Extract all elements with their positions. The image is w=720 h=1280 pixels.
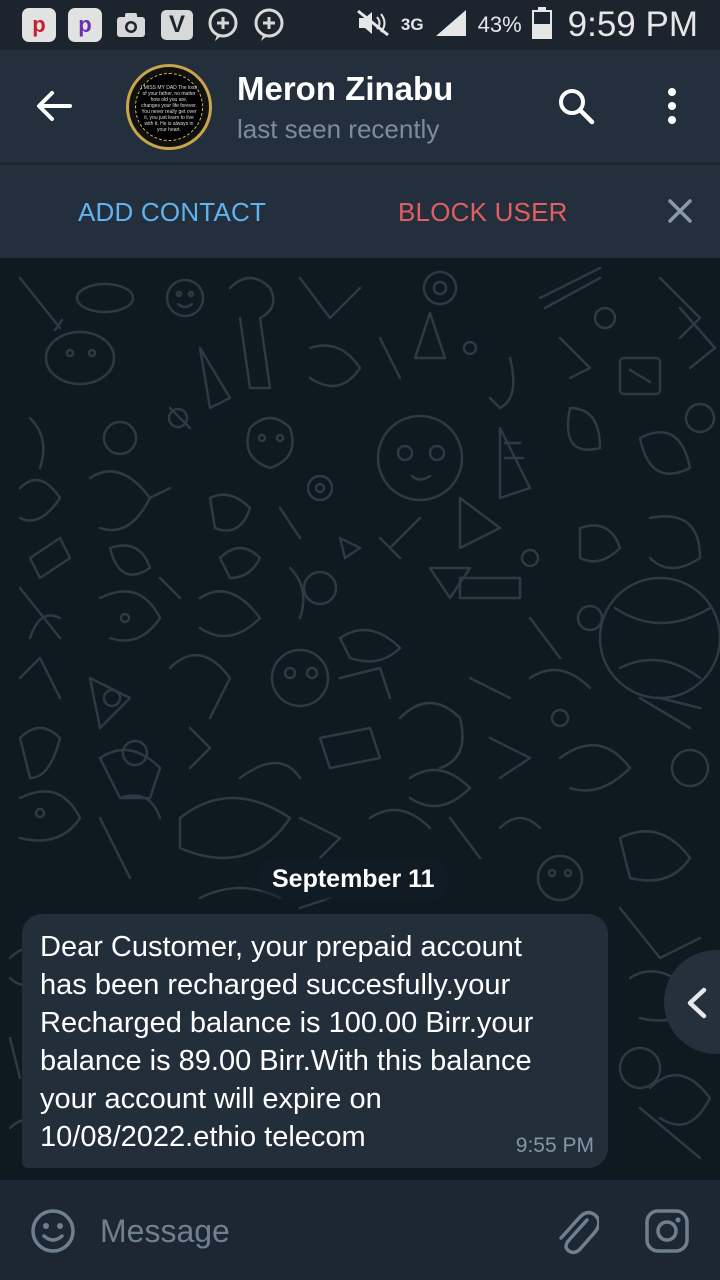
paperclip-icon [559,1210,601,1255]
camera-icon [114,8,148,42]
emoji-button[interactable] [30,1208,76,1254]
system-status: 3G 43% 9:59 PM [355,0,698,50]
instagram-camera-icon [645,1209,689,1253]
chat-area[interactable]: September 11 Dear Customer, your prepaid… [0,258,720,1180]
camera-button[interactable] [644,1208,690,1254]
search-icon [559,89,595,125]
close-action-bar-button[interactable] [664,195,696,227]
message-composer [0,1180,720,1280]
block-user-button[interactable]: BLOCK USER [398,197,568,228]
add-circle-icon [252,8,286,42]
arrow-left-icon [37,91,72,121]
message-text: Dear Customer, your prepaid account has … [40,931,534,1153]
p-app-icon: p [68,8,102,42]
smiley-icon [31,1209,75,1253]
battery-percent: 43% [477,12,522,37]
contact-action-bar: ADD CONTACT BLOCK USER [0,165,720,258]
v-app-icon: V [160,8,194,42]
signal-icon [434,8,468,43]
chevron-left-icon [687,987,707,1019]
clock: 9:59 PM [567,5,698,44]
close-icon [668,199,692,223]
mute-icon [355,8,391,43]
contact-status: last seen recently [237,114,440,144]
battery-icon [531,6,552,44]
notification-icons: p p V [0,8,286,42]
add-circle-icon [206,8,240,42]
status-bar: p p V 3G 43% 9:59 PM [0,0,720,50]
p-app-icon: p [22,8,56,42]
attach-button[interactable] [553,1206,601,1256]
date-separator: September 11 [258,858,449,900]
back-button[interactable] [34,86,74,126]
more-options-button[interactable] [660,86,684,126]
incoming-message-bubble[interactable]: Dear Customer, your prepaid account has … [22,914,608,1168]
network-type: 3G [400,15,424,34]
add-contact-button[interactable]: ADD CONTACT [78,197,266,228]
search-button[interactable] [556,86,596,126]
chat-header: I MISS MY DAD The loss of your father, n… [0,50,720,162]
more-vertical-icon [668,88,676,124]
avatar[interactable]: I MISS MY DAD The loss of your father, n… [126,64,212,150]
message-input[interactable] [100,1208,530,1254]
message-time: 9:55 PM [515,1134,594,1157]
contact-name[interactable]: Meron Zinabu [237,70,453,108]
avatar-text: I MISS MY DAD The loss of your father, n… [141,85,197,133]
